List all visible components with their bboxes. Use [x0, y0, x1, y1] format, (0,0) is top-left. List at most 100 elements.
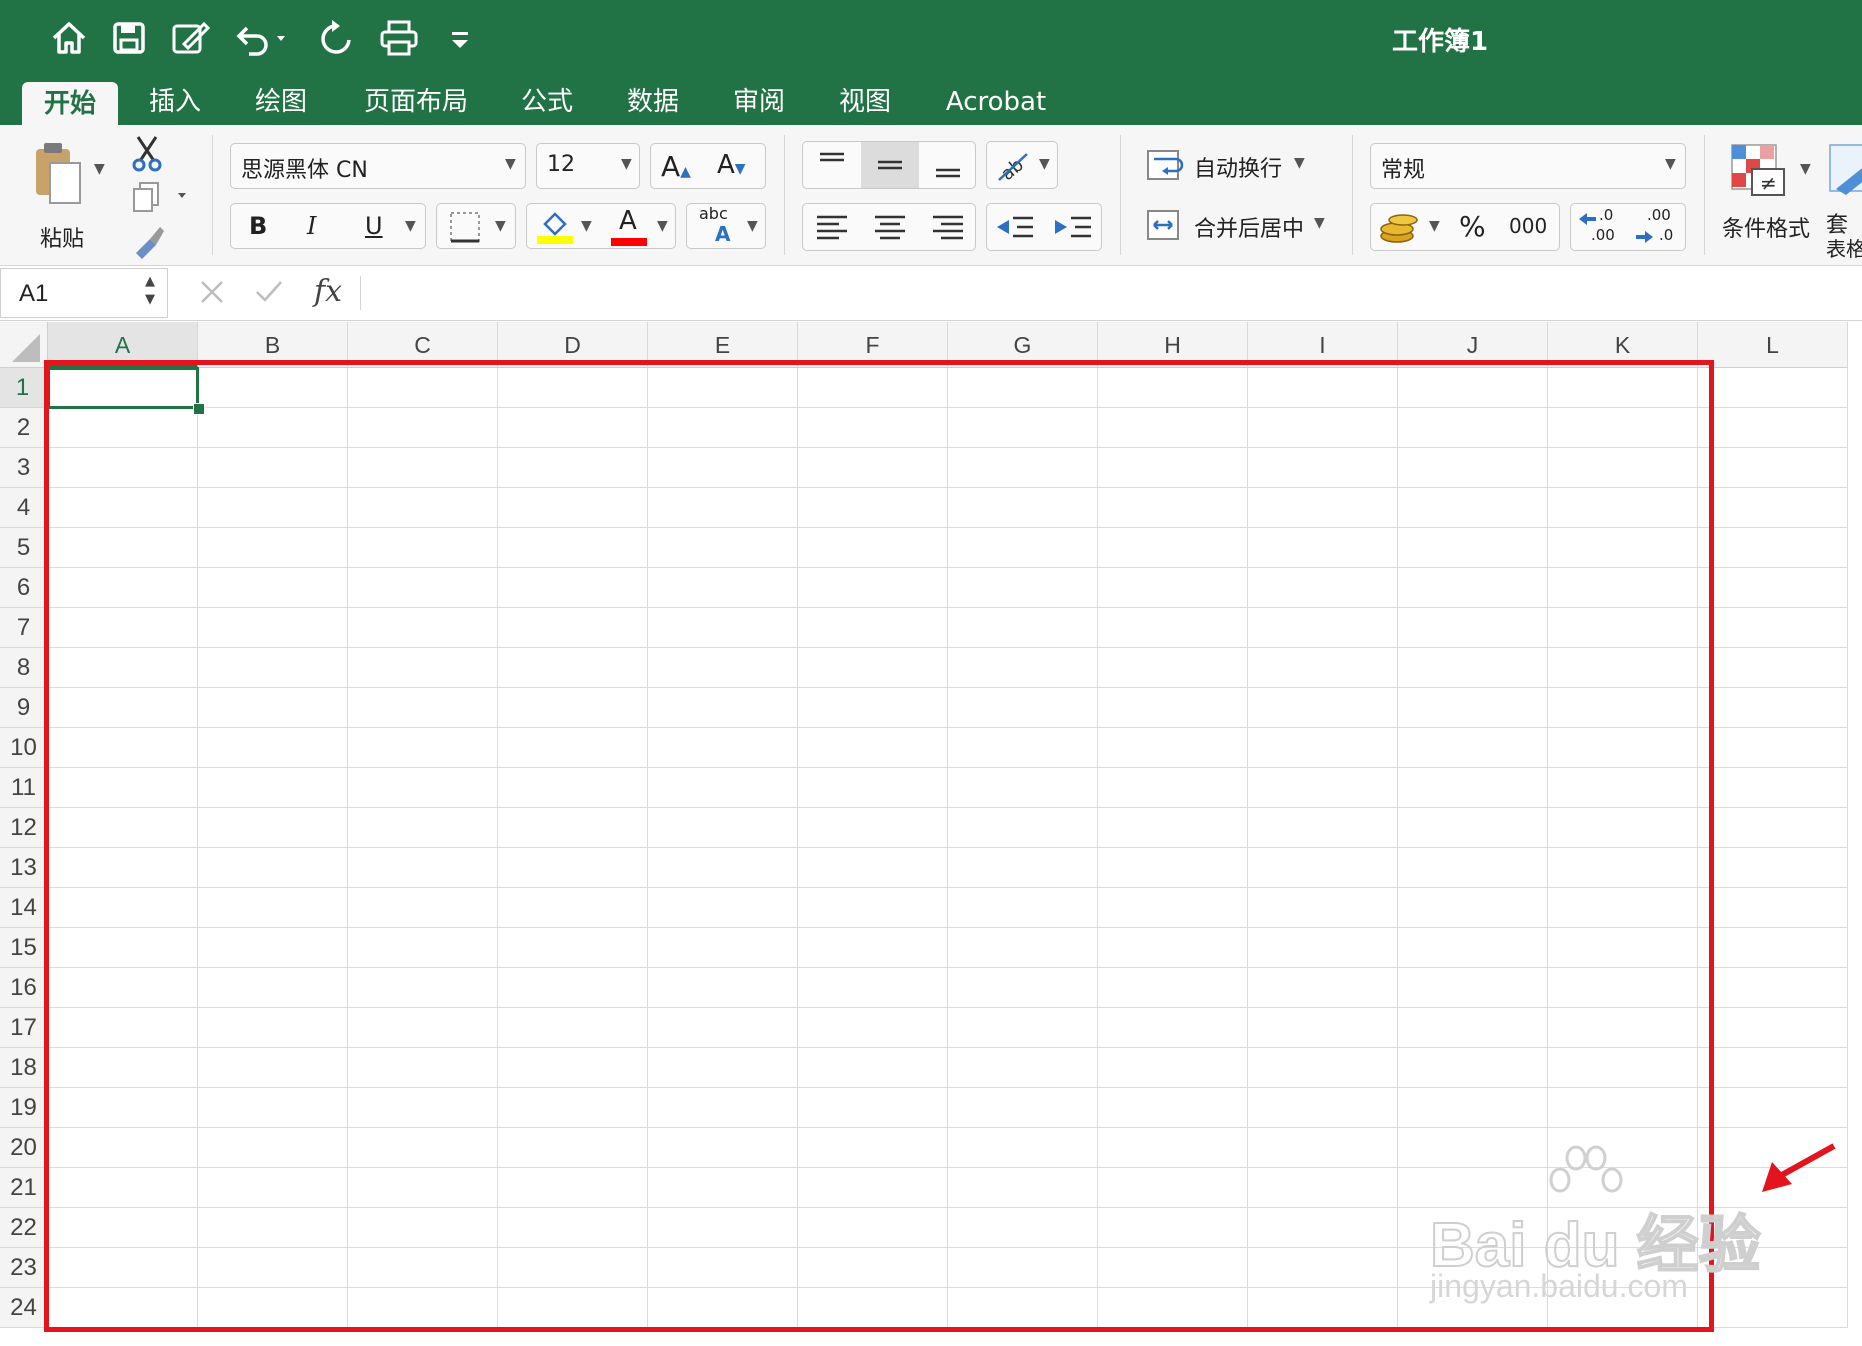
cancel-formula-icon[interactable]: [198, 278, 226, 306]
orientation-button[interactable]: ab ▼: [986, 141, 1058, 189]
tab-home[interactable]: 开始: [22, 82, 118, 125]
tab-data[interactable]: 数据: [618, 80, 688, 124]
wrap-text-button[interactable]: 自动换行 ▼: [1146, 143, 1346, 187]
row-header-15[interactable]: 15: [0, 928, 48, 968]
row-header-1[interactable]: 1: [0, 368, 48, 408]
row-header-7[interactable]: 7: [0, 608, 48, 648]
row-header-12[interactable]: 12: [0, 808, 48, 848]
row-header-17[interactable]: 17: [0, 1008, 48, 1048]
fill-handle[interactable]: [193, 403, 205, 415]
row-header-11[interactable]: 11: [0, 768, 48, 808]
redo-icon[interactable]: [314, 18, 358, 64]
percent-button[interactable]: %: [1459, 210, 1486, 243]
decrease-decimal-button[interactable]: .00 .0: [1629, 204, 1685, 250]
row-header-24[interactable]: 24: [0, 1288, 48, 1328]
paste-button[interactable]: 粘贴: [24, 135, 104, 252]
thousands-button[interactable]: 000: [1509, 214, 1547, 238]
name-box[interactable]: A1 ▲ ▼: [0, 268, 168, 318]
decrease-indent-button[interactable]: [987, 204, 1045, 250]
formula-input[interactable]: [370, 270, 1850, 316]
confirm-formula-icon[interactable]: [254, 278, 284, 306]
underline-button[interactable]: U: [365, 212, 383, 240]
row-header-8[interactable]: 8: [0, 648, 48, 688]
tab-review[interactable]: 审阅: [724, 80, 794, 124]
tab-page-layout[interactable]: 页面布局: [356, 80, 476, 124]
row-header-16[interactable]: 16: [0, 968, 48, 1008]
row-header-9[interactable]: 9: [0, 688, 48, 728]
cut-icon[interactable]: [130, 133, 170, 173]
currency-button[interactable]: [1375, 206, 1423, 248]
column-header-a[interactable]: A: [48, 322, 198, 368]
fill-color-button[interactable]: [535, 208, 575, 246]
align-middle-button[interactable]: [861, 142, 919, 188]
row-header-6[interactable]: 6: [0, 568, 48, 608]
column-header-k[interactable]: K: [1548, 322, 1698, 368]
row-header-18[interactable]: 18: [0, 1048, 48, 1088]
column-header-h[interactable]: H: [1098, 322, 1248, 368]
edit-icon[interactable]: [168, 18, 214, 64]
chevron-down-icon[interactable]: ▼: [581, 218, 592, 234]
align-left-button[interactable]: [803, 204, 861, 250]
selected-cell[interactable]: [47, 367, 199, 409]
column-header-d[interactable]: D: [498, 322, 648, 368]
underline-dropdown-icon[interactable]: ▼: [405, 218, 416, 234]
column-header-i[interactable]: I: [1248, 322, 1398, 368]
row-header-4[interactable]: 4: [0, 488, 48, 528]
column-header-e[interactable]: E: [648, 322, 798, 368]
align-top-button[interactable]: [803, 142, 861, 188]
row-header-19[interactable]: 19: [0, 1088, 48, 1128]
chevron-down-icon[interactable]: ▼: [657, 218, 668, 234]
row-header-23[interactable]: 23: [0, 1248, 48, 1288]
save-icon[interactable]: [108, 18, 150, 64]
tab-view[interactable]: 视图: [830, 80, 900, 124]
column-header-f[interactable]: F: [798, 322, 948, 368]
column-header-l[interactable]: L: [1698, 322, 1848, 368]
shrink-font-button[interactable]: A▼: [717, 150, 746, 180]
row-header-3[interactable]: 3: [0, 448, 48, 488]
column-header-g[interactable]: G: [948, 322, 1098, 368]
font-name-select[interactable]: 思源黑体 CN ▼: [230, 143, 526, 189]
row-header-10[interactable]: 10: [0, 728, 48, 768]
column-header-b[interactable]: B: [198, 322, 348, 368]
column-header-c[interactable]: C: [348, 322, 498, 368]
phonetic-button[interactable]: abc A ▼: [686, 203, 766, 249]
italic-button[interactable]: I: [307, 212, 316, 240]
paste-dropdown-icon[interactable]: ▼: [94, 161, 105, 177]
format-painter-icon[interactable]: [130, 223, 170, 263]
row-header-13[interactable]: 13: [0, 848, 48, 888]
font-color-button[interactable]: A: [609, 206, 649, 248]
row-header-14[interactable]: 14: [0, 888, 48, 928]
bold-button[interactable]: B: [249, 212, 267, 240]
copy-icon[interactable]: [130, 179, 190, 219]
row-header-22[interactable]: 22: [0, 1208, 48, 1248]
column-header-j[interactable]: J: [1398, 322, 1548, 368]
increase-decimal-button[interactable]: .0 .00: [1573, 204, 1629, 250]
increase-indent-button[interactable]: [1045, 204, 1103, 250]
currency-dropdown-icon[interactable]: ▼: [1429, 218, 1440, 234]
align-right-button[interactable]: [919, 204, 977, 250]
select-all-corner[interactable]: [0, 322, 48, 368]
font-size-select[interactable]: 12 ▼: [536, 143, 640, 189]
tab-formulas[interactable]: 公式: [512, 80, 582, 124]
worksheet-grid[interactable]: A B C D E F G H I J K L 1 2 3 4 5 6 7 8 9 10 11 12 13 14 15 16 17 18 1…: [0, 322, 1862, 1346]
row-header-5[interactable]: 5: [0, 528, 48, 568]
format-as-table-button[interactable]: 套 表格: [1826, 139, 1862, 259]
home-icon[interactable]: [46, 18, 92, 64]
tab-draw[interactable]: 绘图: [246, 80, 316, 124]
row-header-20[interactable]: 20: [0, 1128, 48, 1168]
align-bottom-button[interactable]: [919, 142, 977, 188]
row-header-2[interactable]: 2: [0, 408, 48, 448]
print-icon[interactable]: [376, 18, 422, 64]
grow-font-button[interactable]: A▲: [661, 150, 691, 183]
customize-icon[interactable]: [448, 18, 472, 64]
conditional-format-button[interactable]: ≠ ▼ 条件格式: [1722, 139, 1832, 249]
undo-icon[interactable]: [232, 18, 294, 64]
row-header-21[interactable]: 21: [0, 1168, 48, 1208]
name-box-stepper-icon[interactable]: ▲ ▼: [145, 273, 155, 309]
number-format-select[interactable]: 常规 ▼: [1370, 143, 1686, 189]
insert-function-button[interactable]: fx: [314, 274, 342, 309]
borders-button[interactable]: ▼: [436, 203, 516, 249]
tab-acrobat[interactable]: Acrobat: [936, 80, 1056, 124]
align-center-button[interactable]: [861, 204, 919, 250]
tab-insert[interactable]: 插入: [140, 80, 210, 124]
